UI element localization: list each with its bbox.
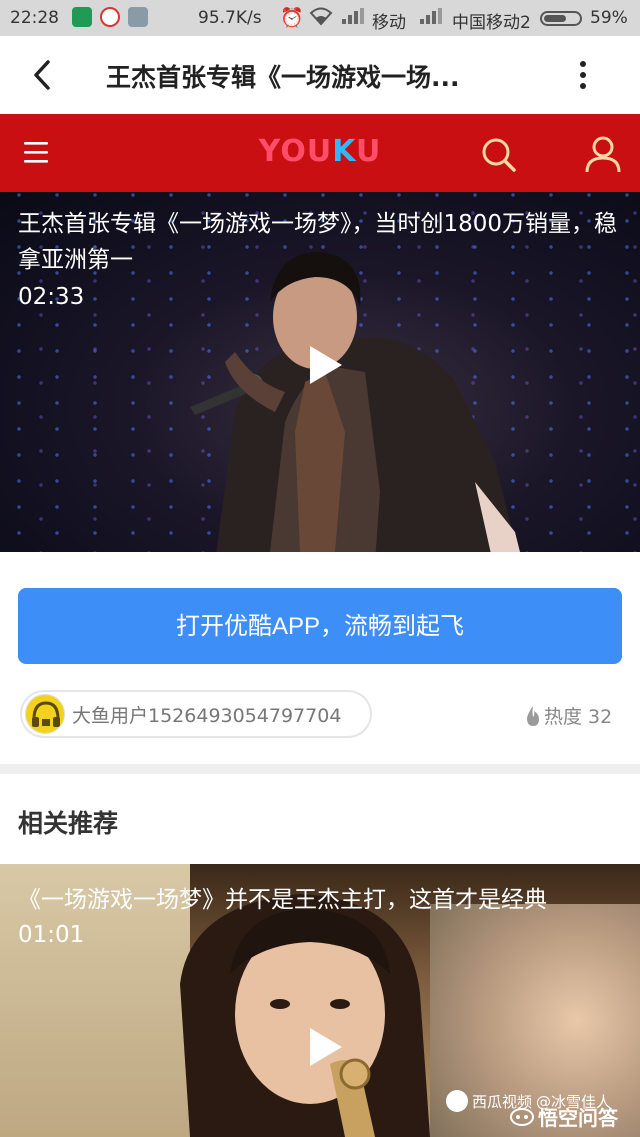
carrier-label: 移动 — [372, 13, 406, 33]
notification-icons — [72, 7, 148, 27]
page-title: 王杰首张专辑《一场游戏一场... — [106, 63, 460, 92]
video-player[interactable]: 王杰首张专辑《一场游戏一场梦》，当时创1800万销量，稳拿亚洲第一 02:33 — [0, 192, 640, 552]
user-icon[interactable] — [584, 134, 622, 174]
wifi-icon — [308, 6, 334, 31]
heat-label: 热度 32 — [544, 706, 613, 728]
open-youku-app-button[interactable]: 打开优酷APP，流畅到起飞 — [18, 588, 622, 664]
wukong-brand-text: 悟空问答 — [538, 1106, 618, 1130]
carrier-label: 中国移动2 — [452, 13, 531, 33]
signal-icon — [420, 8, 442, 28]
related-video-duration: 01:01 — [18, 922, 85, 948]
title-bar: 王杰首张专辑《一场游戏一场... — [0, 36, 640, 115]
more-options-icon[interactable] — [574, 58, 592, 92]
battery-icon — [540, 11, 582, 26]
youku-header: YOUKU — [0, 114, 640, 192]
xigua-logo-icon — [446, 1090, 468, 1112]
logo-text: U — [355, 134, 382, 169]
wukong-brand: 悟空问答 — [510, 1102, 618, 1131]
hamburger-menu-icon[interactable] — [22, 139, 52, 167]
play-icon[interactable] — [300, 1024, 346, 1070]
video-title: 王杰首张专辑《一场游戏一场梦》，当时创1800万销量，稳拿亚洲第一 — [18, 211, 618, 273]
back-arrow-icon[interactable] — [28, 56, 58, 94]
play-icon[interactable] — [298, 542, 348, 552]
alarm-icon: ⏰ — [280, 7, 304, 29]
video-thumbnail-performer — [190, 252, 520, 552]
related-section-title: 相关推荐 — [18, 809, 119, 838]
app-notification-icon — [100, 7, 120, 27]
author-chip[interactable]: 大鱼用户1526493054797704 — [20, 690, 372, 738]
message-app-icon — [128, 7, 148, 27]
net-speed: 95.7K/s — [198, 8, 262, 28]
author-name: 大鱼用户1526493054797704 — [72, 705, 342, 727]
heat-indicator: 热度 32 — [524, 702, 612, 729]
signal-icon — [342, 8, 364, 28]
shield-app-icon — [72, 7, 92, 27]
search-icon[interactable] — [480, 136, 518, 174]
logo-text: YOU — [258, 134, 333, 169]
logo-text-k: K — [332, 134, 356, 169]
section-divider — [0, 764, 640, 774]
flame-icon — [527, 705, 539, 726]
related-video-title: 《一场游戏一场梦》并不是王杰主打，这首才是经典 — [18, 887, 547, 913]
battery-percent: 59% — [590, 8, 628, 28]
wukong-logo-icon — [510, 1107, 534, 1126]
related-video-card[interactable]: 《一场游戏一场梦》并不是王杰主打，这首才是经典 01:01 西瓜视频 @冰雪佳人… — [0, 864, 640, 1137]
play-icon[interactable] — [300, 342, 346, 388]
status-bar: 22:28 95.7K/s ⏰ 移动 中国移动2 59% — [0, 0, 640, 36]
video-duration: 02:33 — [18, 284, 85, 310]
youku-logo[interactable]: YOUKU — [250, 134, 390, 169]
headphone-avatar-icon — [25, 694, 65, 734]
status-time: 22:28 — [10, 8, 59, 28]
